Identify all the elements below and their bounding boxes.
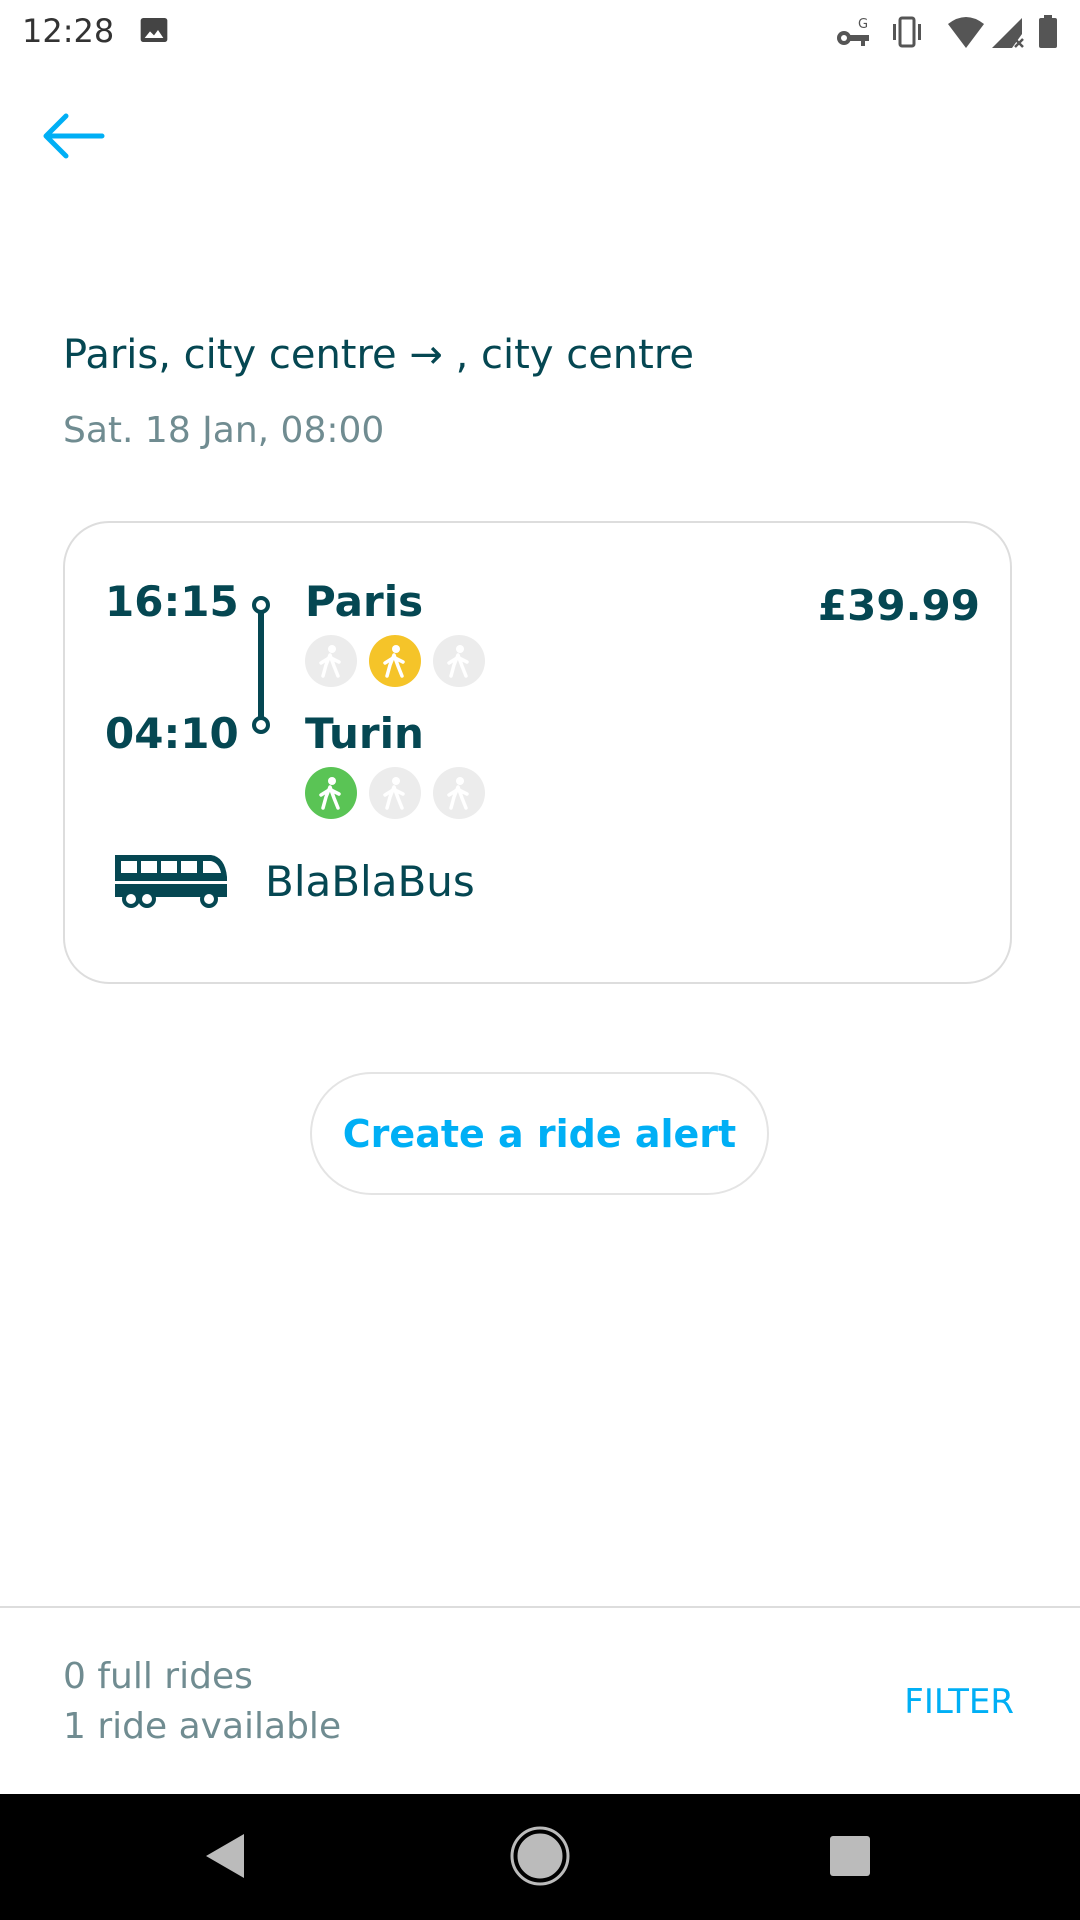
full-rides-count: 0 full rides (63, 1656, 253, 1697)
svg-text:G: G (858, 17, 868, 32)
vibrate-icon (893, 16, 921, 48)
image-icon (140, 18, 168, 42)
departure-time: 16:15 (105, 577, 239, 626)
ride-price: £39.99 (817, 581, 980, 630)
walk-icon (369, 767, 421, 819)
back-button[interactable] (36, 104, 112, 168)
arrival-time: 04:10 (105, 709, 239, 758)
walk-icon (433, 635, 485, 687)
navigation-bar (0, 1794, 1080, 1920)
recents-square-icon[interactable] (818, 1824, 882, 1888)
vpn-key-icon: G (837, 17, 869, 46)
walk-icon (369, 635, 421, 687)
route-title: Paris, city centre → , city centre (63, 332, 695, 378)
arrival-proximity (305, 767, 485, 819)
status-bar: 12:28 G (0, 0, 1080, 66)
walk-icon (305, 767, 357, 819)
route-timeline (252, 596, 270, 734)
create-ride-alert-button[interactable]: Create a ride alert (310, 1072, 769, 1195)
divider (0, 1606, 1080, 1608)
arrival-city: Turin (305, 709, 424, 758)
route-date: Sat. 18 Jan, 08:00 (63, 410, 385, 451)
departure-proximity (305, 635, 485, 687)
back-triangle-icon[interactable] (194, 1824, 258, 1888)
departure-city: Paris (305, 577, 424, 626)
battery-icon (1039, 15, 1057, 48)
bus-icon (115, 855, 227, 908)
walk-icon (433, 767, 485, 819)
arrow-left-icon (43, 113, 105, 159)
filter-button[interactable]: FILTER (904, 1682, 1014, 1722)
wifi-icon (948, 17, 984, 48)
ride-card[interactable]: 16:15 04:10 Paris Turin £39.99 BlaBlaBus (63, 521, 1012, 984)
home-circle-icon[interactable] (508, 1824, 572, 1888)
cell-signal-icon (992, 18, 1024, 48)
status-time: 12:28 (22, 12, 115, 50)
operator-name: BlaBlaBus (265, 857, 475, 906)
available-rides-count: 1 ride available (63, 1706, 342, 1747)
walk-icon (305, 635, 357, 687)
